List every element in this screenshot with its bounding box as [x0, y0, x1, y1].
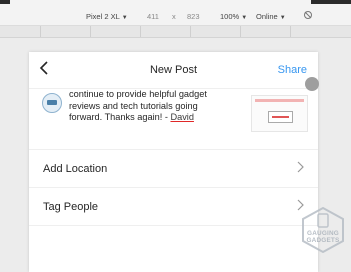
caption-signature: David	[170, 112, 194, 122]
chevron-right-icon	[297, 160, 304, 176]
post-thumbnail	[251, 95, 308, 132]
new-post-header: New Post Share	[29, 52, 318, 89]
height-field[interactable]: 823	[187, 12, 200, 21]
touch-cursor	[305, 77, 319, 91]
zoom-select[interactable]: 100% ▼	[220, 12, 247, 21]
device-name: Pixel 2 XL	[86, 12, 120, 21]
page-title: New Post	[149, 64, 198, 76]
add-location-row[interactable]: Add Location	[29, 149, 318, 188]
caret-down-icon: ▼	[241, 15, 248, 21]
caret-down-icon: ▼	[279, 15, 286, 21]
watermark-text: GADGETS	[306, 237, 340, 244]
share-button[interactable]: Share	[278, 64, 307, 76]
network-select[interactable]: Online ▼	[256, 12, 286, 21]
device-select[interactable]: Pixel 2 XL ▼	[86, 12, 128, 21]
caption-row: continue to provide helpful gadget revie…	[29, 89, 318, 134]
times-symbol: x	[172, 12, 176, 21]
add-location-label: Add Location	[43, 163, 108, 175]
zoom-value: 100%	[220, 12, 240, 21]
caption-line: forward. Thanks again! - David	[69, 112, 245, 124]
avatar	[42, 93, 62, 113]
toolbar-edge	[0, 0, 10, 4]
rotate-icon[interactable]	[303, 10, 313, 22]
caption-line: reviews and tech tutorials going	[69, 100, 198, 111]
toolbar-edge	[311, 0, 351, 4]
phone-viewport: New Post Share continue to provide helpf…	[29, 52, 318, 272]
tag-people-label: Tag People	[43, 201, 99, 213]
watermark-text: GAUGING	[307, 230, 339, 237]
network-value: Online	[256, 12, 278, 21]
viewport-ruler	[0, 26, 351, 38]
caret-down-icon: ▼	[121, 15, 128, 21]
caption-line-text: forward. Thanks again! -	[69, 112, 171, 122]
next-row[interactable]	[29, 225, 318, 264]
caption-text[interactable]: continue to provide helpful gadget revie…	[69, 89, 245, 124]
devtools-toolbar: Pixel 2 XL ▼ 411 x 823 100% ▼ Online ▼	[0, 0, 351, 26]
tag-people-row[interactable]: Tag People	[29, 187, 318, 226]
caption-line: continue to provide helpful gadget	[69, 89, 207, 99]
watermark-logo: GAUGING GADGETS	[299, 205, 347, 255]
width-field[interactable]: 411	[147, 12, 159, 21]
